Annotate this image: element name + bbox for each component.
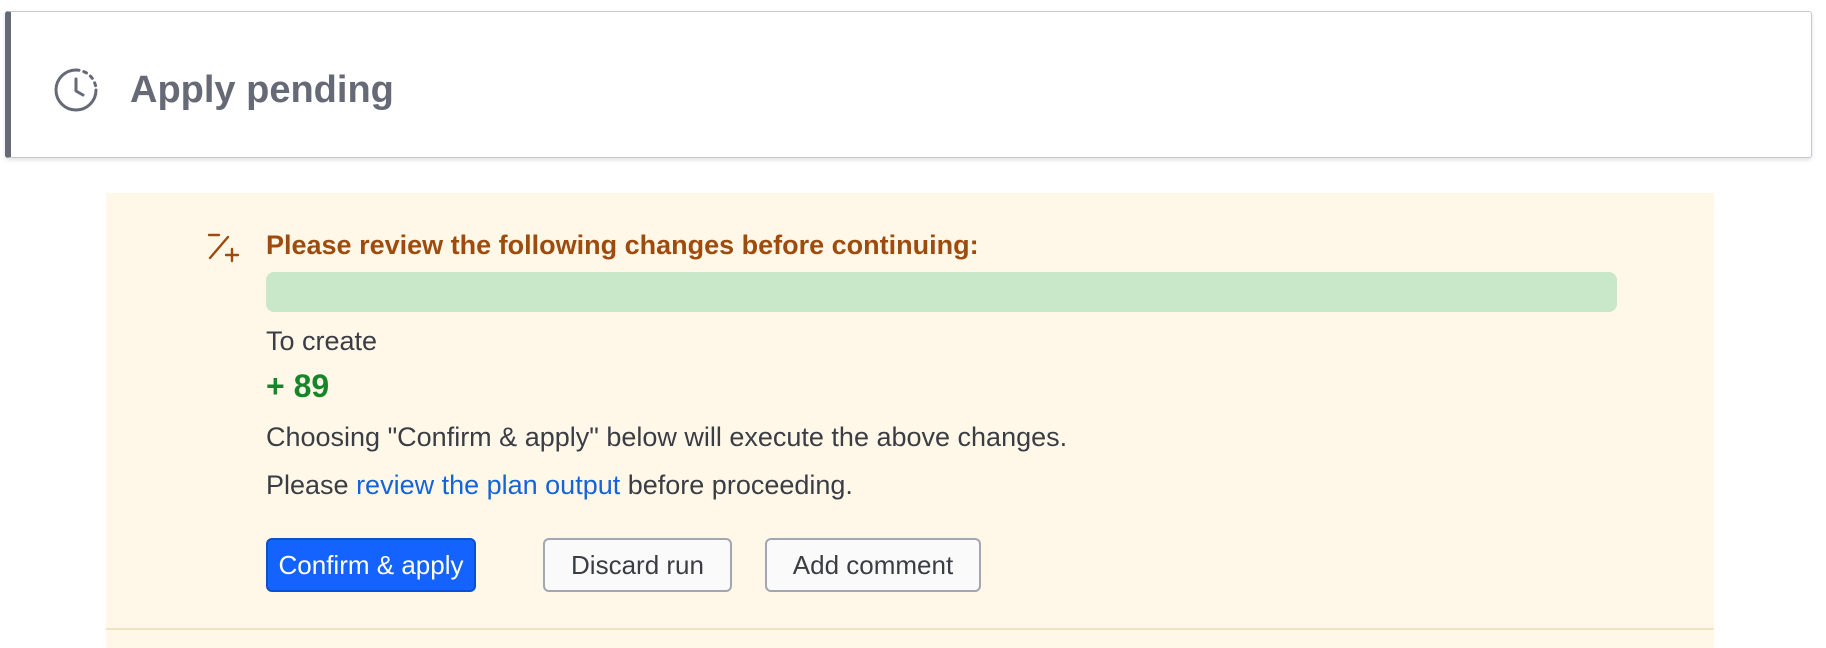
run-status-card: Apply pending xyxy=(5,11,1812,158)
create-label: To create xyxy=(266,326,378,356)
plan-note-suffix: before proceeding. xyxy=(620,470,853,500)
plan-note-prefix: Please xyxy=(266,470,357,500)
run-status-title: Apply pending xyxy=(130,69,394,111)
diff-plus-minus-icon xyxy=(207,233,240,263)
plan-note: Please review the plan output before pro… xyxy=(266,469,853,501)
plan-output-link[interactable]: review the plan output xyxy=(356,470,620,500)
confirm-apply-button[interactable]: Confirm & apply xyxy=(266,538,476,592)
create-fill xyxy=(266,272,1617,312)
review-heading: Please review the following changes befo… xyxy=(266,230,979,260)
create-count: + 89 xyxy=(266,368,330,404)
discard-run-button[interactable]: Discard run xyxy=(543,538,732,592)
confirm-note: Choosing "Confirm & apply" below will ex… xyxy=(266,422,1068,452)
clock-pending-icon xyxy=(54,68,98,112)
review-changes-panel: Please review the following changes befo… xyxy=(106,193,1714,648)
add-comment-button[interactable]: Add comment xyxy=(765,538,981,592)
change-summary-bar xyxy=(266,272,1617,312)
